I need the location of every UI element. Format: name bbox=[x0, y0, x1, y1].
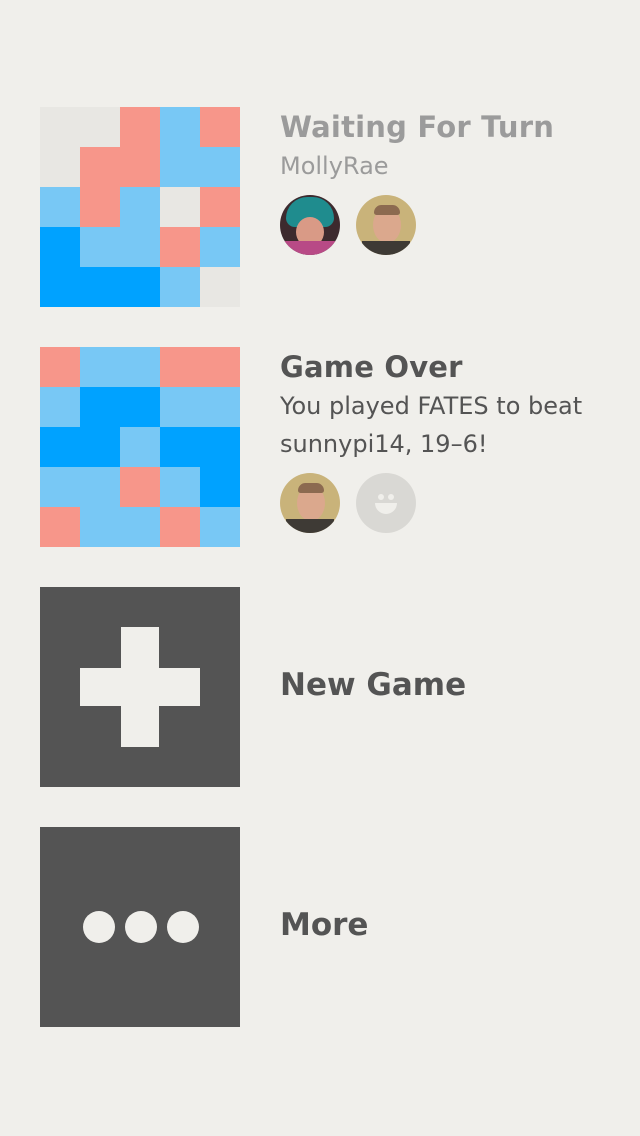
player-avatars bbox=[280, 473, 620, 533]
board-tile bbox=[40, 507, 80, 547]
board-tile bbox=[200, 467, 240, 507]
more-button[interactable]: More bbox=[40, 827, 620, 1027]
board-tile bbox=[200, 347, 240, 387]
board-tile bbox=[160, 187, 200, 227]
board-tile bbox=[160, 427, 200, 467]
board-tile bbox=[120, 347, 160, 387]
board-tile bbox=[200, 147, 240, 187]
board-tile bbox=[120, 507, 160, 547]
board-tile bbox=[120, 147, 160, 187]
board-tile bbox=[160, 147, 200, 187]
board-tile bbox=[200, 387, 240, 427]
board-tile bbox=[80, 347, 120, 387]
board-tile bbox=[80, 507, 120, 547]
new-game-label: New Game bbox=[280, 667, 467, 703]
board-tile bbox=[40, 107, 80, 147]
board-tile bbox=[200, 427, 240, 467]
board-tile bbox=[200, 227, 240, 267]
board-tile bbox=[160, 507, 200, 547]
game-info: Game Over You played FATES to beat sunny… bbox=[280, 347, 620, 533]
game-status-title: Waiting For Turn bbox=[280, 110, 555, 144]
board-tile bbox=[200, 267, 240, 307]
board-tile bbox=[160, 107, 200, 147]
avatar-self bbox=[356, 195, 416, 255]
player-avatars bbox=[280, 195, 620, 255]
board-tile bbox=[40, 427, 80, 467]
board-tile bbox=[200, 187, 240, 227]
game-status-title: Game Over bbox=[280, 350, 463, 384]
more-label: More bbox=[280, 907, 369, 943]
board-tile bbox=[80, 387, 120, 427]
board-tile bbox=[120, 227, 160, 267]
game-result-line-2: sunnypi14, 19–6! bbox=[280, 430, 488, 458]
board-tile bbox=[40, 227, 80, 267]
board-tile bbox=[200, 107, 240, 147]
ellipsis-icon bbox=[40, 827, 240, 1027]
board-tile bbox=[80, 107, 120, 147]
board-tile bbox=[80, 267, 120, 307]
game-row-waiting[interactable]: Waiting For Turn MollyRae bbox=[40, 107, 620, 307]
board-tile bbox=[80, 187, 120, 227]
new-game-button[interactable]: New Game bbox=[40, 587, 620, 787]
board-tile bbox=[160, 267, 200, 307]
board-tile bbox=[40, 147, 80, 187]
board-tile bbox=[120, 467, 160, 507]
board-tile bbox=[120, 187, 160, 227]
board-tile bbox=[40, 467, 80, 507]
avatar-self bbox=[280, 473, 340, 533]
board-tile bbox=[200, 507, 240, 547]
board-tile bbox=[40, 187, 80, 227]
game-row-over[interactable]: Game Over You played FATES to beat sunny… bbox=[40, 347, 620, 547]
board-tile bbox=[160, 347, 200, 387]
game-info: Waiting For Turn MollyRae bbox=[280, 107, 620, 255]
board-tile bbox=[40, 347, 80, 387]
board-tile bbox=[160, 467, 200, 507]
avatar-mollyrae bbox=[280, 195, 340, 255]
board-tile bbox=[80, 467, 120, 507]
opponent-name: MollyRae bbox=[280, 152, 389, 180]
board-tile bbox=[80, 427, 120, 467]
board-tile bbox=[160, 227, 200, 267]
board-tile bbox=[120, 387, 160, 427]
game-board-thumbnail bbox=[40, 107, 240, 307]
game-result-line-1: You played FATES to beat bbox=[280, 392, 583, 420]
board-tile bbox=[160, 387, 200, 427]
board-tile bbox=[120, 267, 160, 307]
board-tile bbox=[120, 427, 160, 467]
board-tile bbox=[80, 147, 120, 187]
plus-icon bbox=[40, 587, 240, 787]
game-board-thumbnail bbox=[40, 347, 240, 547]
board-tile bbox=[40, 387, 80, 427]
avatar-placeholder-smiley-icon bbox=[356, 473, 416, 533]
board-tile bbox=[120, 107, 160, 147]
board-tile bbox=[80, 227, 120, 267]
board-tile bbox=[40, 267, 80, 307]
